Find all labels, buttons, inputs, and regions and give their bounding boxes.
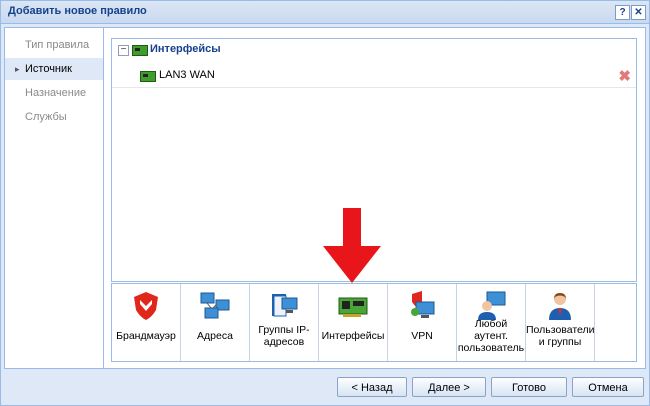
- finish-button[interactable]: Готово: [491, 377, 567, 397]
- toolbar-label: Любой аутент. пользователь: [457, 318, 525, 354]
- nav-item-label: Тип правила: [25, 39, 90, 51]
- toolbar-label: Адреса: [197, 330, 233, 342]
- toolbar-users-groups-button[interactable]: Пользователи и группы: [526, 284, 595, 361]
- nav-item-label: Источник: [25, 63, 72, 75]
- toolbar-label: Интерфейсы: [321, 330, 385, 342]
- book-network-icon: [272, 294, 298, 317]
- back-button[interactable]: < Назад: [337, 377, 407, 397]
- title-bar[interactable]: Добавить новое правило ? ✕: [1, 1, 649, 24]
- group-interfaces[interactable]: − Интерфейсы: [112, 39, 636, 61]
- cancel-button[interactable]: Отмена: [572, 377, 644, 397]
- chevron-right-icon: ▸: [15, 64, 20, 74]
- close-button[interactable]: ✕: [631, 5, 646, 20]
- nav-item-rule-type[interactable]: Тип правила: [5, 34, 103, 56]
- nav-item-label: Службы: [25, 111, 67, 123]
- list-item-label: LAN3 WAN: [159, 69, 215, 81]
- nav-item-destination[interactable]: Назначение: [5, 82, 103, 104]
- collapse-toggle-icon[interactable]: −: [118, 45, 129, 56]
- toolbar-label: Пользователи и группы: [526, 324, 595, 348]
- wizard-nav: Тип правила ▸ Источник Назначение Службы: [5, 28, 104, 368]
- network-icon: [200, 292, 230, 319]
- toolbar-vpn-button[interactable]: VPN: [388, 284, 457, 361]
- list-item[interactable]: LAN3 WAN ✖: [112, 65, 636, 88]
- toolbar-interfaces-button[interactable]: Интерфейсы: [319, 284, 388, 361]
- dialog-body: Тип правила ▸ Источник Назначение Службы…: [4, 27, 646, 369]
- red-arrow-icon: [323, 208, 381, 283]
- add-rule-dialog: Добавить новое правило ? ✕ Тип правила ▸…: [0, 0, 650, 406]
- toolbar-label: VPN: [411, 330, 433, 342]
- vpn-icon: [411, 291, 435, 318]
- nav-item-source[interactable]: ▸ Источник: [5, 58, 103, 80]
- group-label: Интерфейсы: [150, 43, 221, 55]
- network-card-icon: [338, 297, 368, 317]
- network-card-icon: [140, 71, 156, 82]
- users-icon: [549, 293, 571, 320]
- dialog-title: Добавить новое правило: [8, 5, 147, 17]
- help-button[interactable]: ?: [615, 5, 630, 20]
- toolbar-label: Брандмауэр: [116, 330, 176, 342]
- toolbar-any-user-button[interactable]: Любой аутент. пользователь: [457, 284, 526, 361]
- next-button[interactable]: Далее >: [412, 377, 486, 397]
- shield-icon: [134, 292, 158, 320]
- nav-item-label: Назначение: [25, 87, 87, 99]
- nav-item-services[interactable]: Службы: [5, 106, 103, 128]
- toolbar-label: Группы IP-адресов: [258, 324, 310, 348]
- toolbar-addresses-button[interactable]: Адреса: [181, 284, 250, 361]
- delete-icon[interactable]: ✖: [618, 67, 631, 85]
- toolbar-firewall-button[interactable]: Брандмауэр: [112, 284, 181, 361]
- network-card-icon: [132, 45, 148, 56]
- toolbar-ip-groups-button[interactable]: Группы IP-адресов: [250, 284, 319, 361]
- object-toolbar: Брандмауэр Адреса Группы IP-адресов Инте…: [111, 283, 637, 362]
